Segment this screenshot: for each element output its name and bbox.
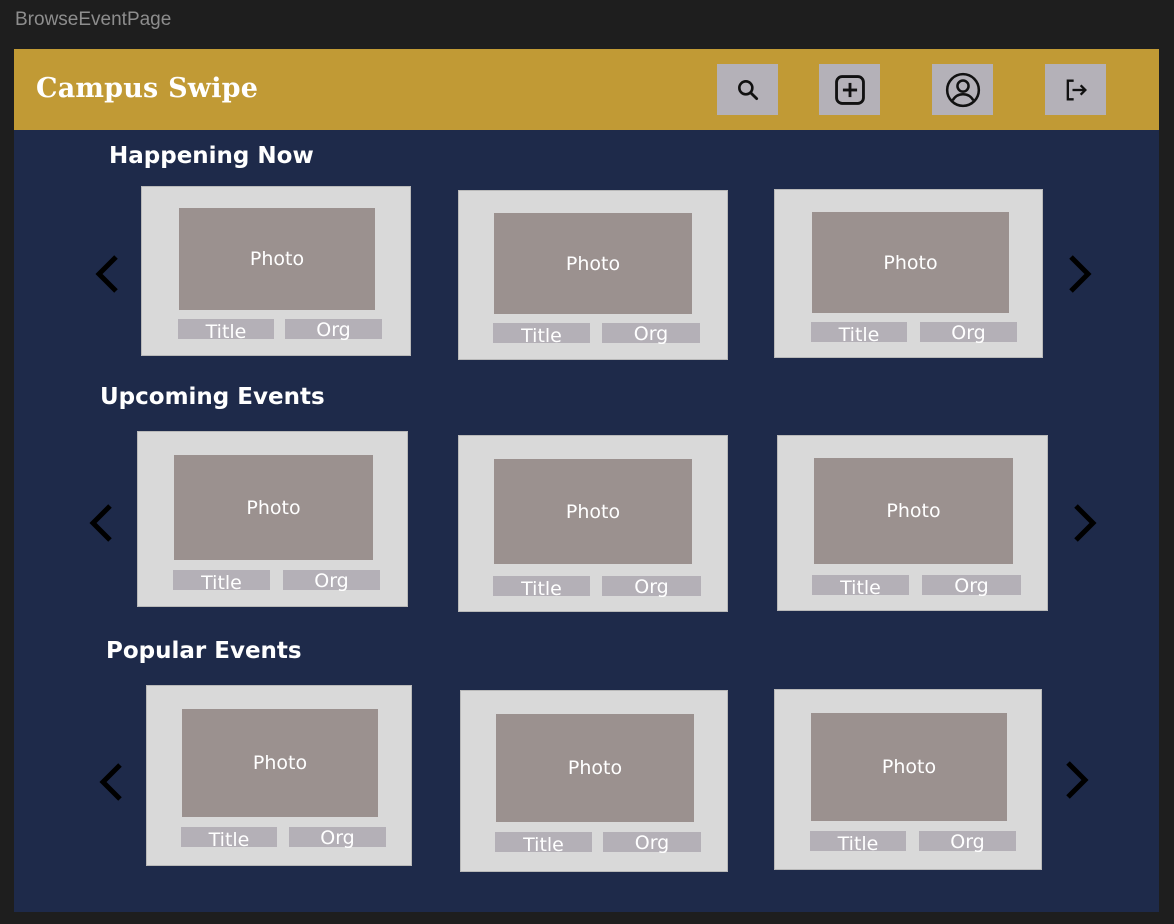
event-photo: Photo [494,213,692,314]
event-card[interactable]: Photo Title Org [146,685,412,866]
next-arrow-happening-now[interactable] [1059,249,1099,299]
event-photo: Photo [496,714,694,822]
event-card[interactable]: Photo Title Org [137,431,408,607]
event-title-label: Title [811,322,907,346]
event-card[interactable]: Photo Title Org [774,189,1043,358]
header-bar: Campus Swipe [14,49,1159,130]
event-title-label: Title [493,576,590,600]
event-card[interactable]: Photo Title Org [141,186,411,356]
next-arrow-popular-events[interactable] [1056,755,1096,805]
event-org-label: Org [919,831,1016,853]
plus-square-icon [834,74,865,105]
prev-arrow-upcoming-events[interactable] [82,498,122,548]
section-title-popular-events: Popular Events [106,638,302,664]
event-title-label: Title [812,575,909,599]
event-photo: Photo [179,208,375,310]
event-card[interactable]: Photo Title Org [777,435,1048,611]
event-org-label: Org [283,570,380,592]
frame-label: BrowseEventPage [15,9,172,30]
event-org-label: Org [602,576,701,598]
event-card[interactable]: Photo Title Org [460,690,728,872]
event-title-label: Title [178,319,274,343]
event-photo: Photo [814,458,1013,564]
event-card[interactable]: Photo Title Org [458,190,728,360]
event-photo: Photo [811,713,1007,821]
prev-arrow-popular-events[interactable] [92,757,132,807]
browse-event-page: Campus Swipe Happening Now Photo Title O… [14,49,1159,912]
event-photo: Photo [174,455,373,560]
add-event-button[interactable] [819,64,880,115]
profile-button[interactable] [932,64,993,115]
event-title-label: Title [495,832,592,856]
search-button[interactable] [717,64,778,115]
event-org-label: Org [602,323,700,345]
event-org-label: Org [285,319,382,341]
event-card[interactable]: Photo Title Org [458,435,728,612]
event-photo: Photo [812,212,1009,313]
app-title: Campus Swipe [36,73,259,104]
event-title-label: Title [181,827,277,851]
event-title-label: Title [493,323,590,347]
event-org-label: Org [603,832,701,854]
section-title-happening-now: Happening Now [109,143,314,169]
event-org-label: Org [920,322,1017,344]
section-title-upcoming-events: Upcoming Events [100,384,325,410]
prev-arrow-happening-now[interactable] [88,249,128,299]
next-arrow-upcoming-events[interactable] [1064,498,1104,548]
event-title-label: Title [173,570,270,594]
logout-icon [1066,79,1087,100]
user-circle-icon [945,72,980,107]
search-icon [737,79,758,100]
event-org-label: Org [922,575,1021,597]
event-title-label: Title [810,831,906,855]
logout-button[interactable] [1045,64,1106,115]
event-photo: Photo [182,709,378,817]
event-card[interactable]: Photo Title Org [774,689,1042,870]
event-org-label: Org [289,827,386,849]
event-photo: Photo [494,459,692,564]
